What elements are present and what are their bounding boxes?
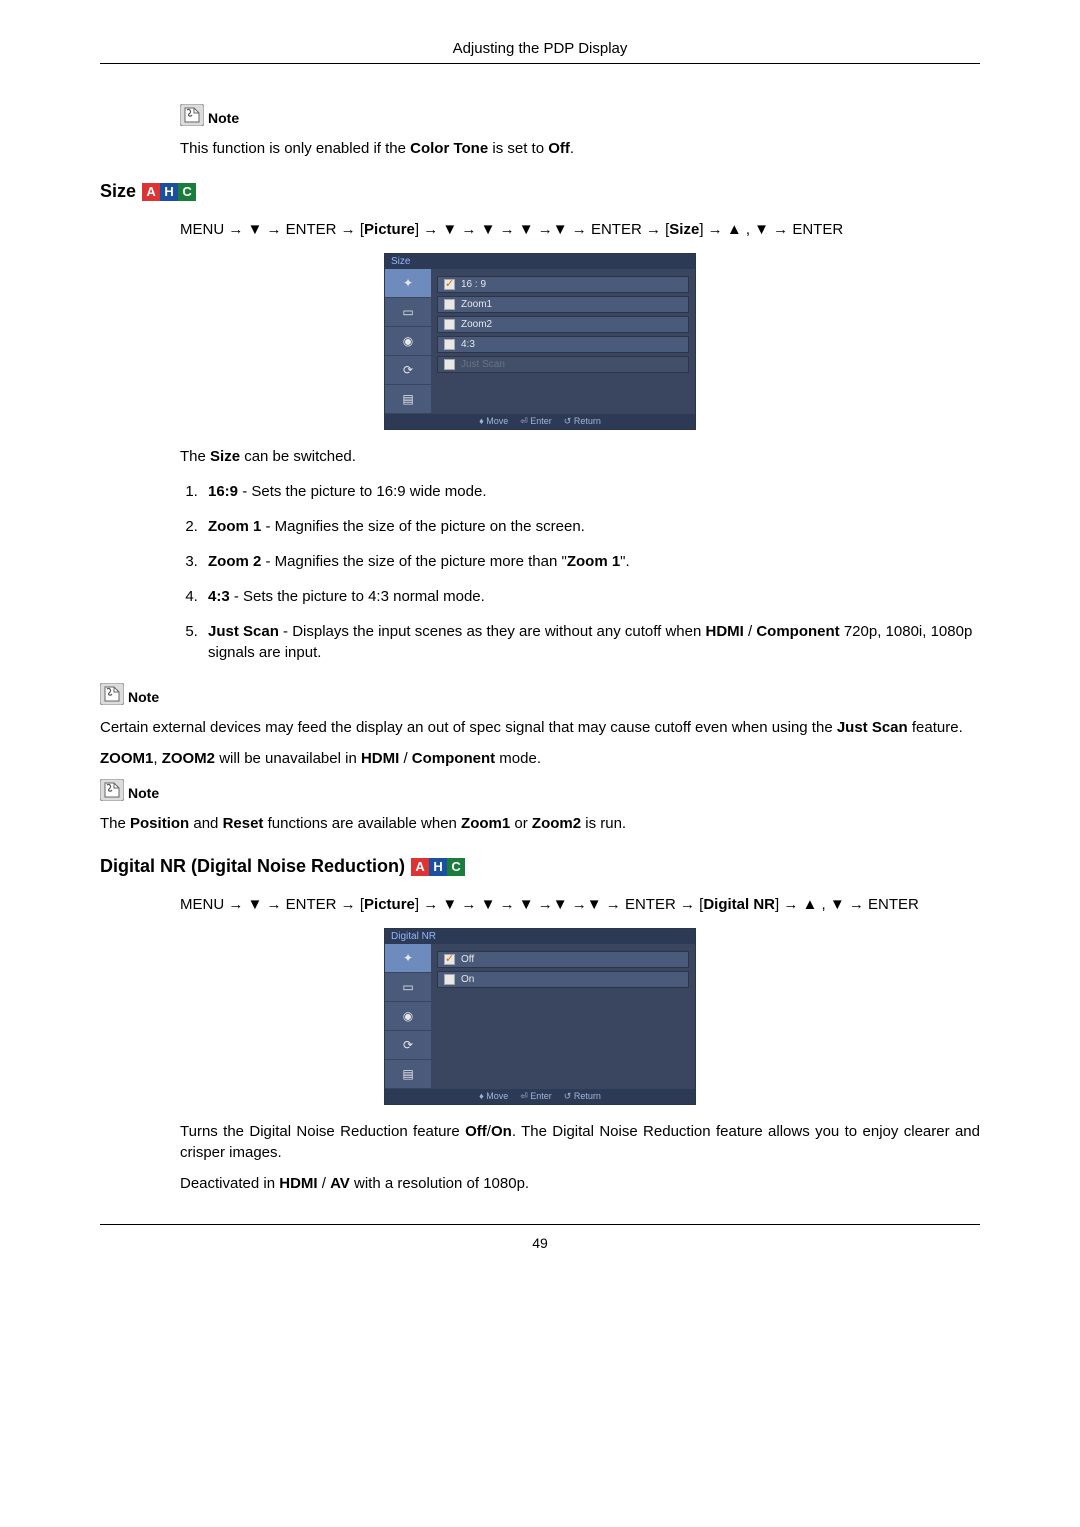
mode-tags: A H C (142, 183, 196, 201)
osd-dnr: Digital NR ✦ ▭ ◉ ⟳ ▤ Off On ♦ Move ⏎ Ent… (384, 928, 696, 1105)
note-block: Note (100, 683, 980, 705)
note-icon (100, 683, 124, 705)
osd-option[interactable]: Zoom1 (437, 296, 689, 313)
mode-tags: A H C (411, 858, 465, 876)
osd-option[interactable]: Off (437, 951, 689, 968)
note-text-c: The Position and Reset functions are ava… (100, 813, 980, 834)
osd-sidebar-item[interactable]: ✦ (385, 269, 431, 298)
osd-sidebar: ✦ ▭ ◉ ⟳ ▤ (385, 944, 431, 1089)
setup-icon: ⟳ (403, 363, 413, 377)
sound-icon: ◉ (403, 334, 413, 348)
list-item: Just Scan - Displays the input scenes as… (202, 621, 980, 663)
osd-sidebar-item[interactable]: ▤ (385, 385, 431, 414)
osd-sidebar-item[interactable]: ◉ (385, 1002, 431, 1031)
check-icon (444, 319, 455, 330)
page-number: 49 (100, 1224, 980, 1251)
size-options-list: 16:9 - Sets the picture to 16:9 wide mod… (180, 481, 980, 663)
osd-sidebar-item[interactable]: ⟳ (385, 356, 431, 385)
osd-footer: ♦ Move ⏎ Enter ↺ Return (385, 1089, 695, 1104)
osd-option[interactable]: 16 : 9 (437, 276, 689, 293)
osd-title: Digital NR (385, 929, 695, 944)
dnr-desc: Turns the Digital Noise Reduction featur… (180, 1121, 980, 1163)
tag-c-icon: C (447, 858, 465, 876)
dnr-deactivated: Deactivated in HDMI / AV with a resoluti… (180, 1173, 980, 1194)
note-text-a: Certain external devices may feed the di… (100, 717, 980, 738)
osd-sidebar-item[interactable]: ▭ (385, 973, 431, 1002)
list-item: 4:3 - Sets the picture to 4:3 normal mod… (202, 586, 980, 607)
osd-option[interactable]: On (437, 971, 689, 988)
tag-a-icon: A (142, 183, 160, 201)
osd-option[interactable]: Zoom2 (437, 316, 689, 333)
list-item: 16:9 - Sets the picture to 16:9 wide mod… (202, 481, 980, 502)
osd-sidebar-item[interactable]: ▤ (385, 1060, 431, 1089)
section-title-size: Size A H C (100, 181, 980, 202)
note-label: Note (128, 785, 159, 801)
osd-main: Off On (431, 944, 695, 1089)
osd-option: Just Scan (437, 356, 689, 373)
section-title-dnr: Digital NR (Digital Noise Reduction) A H… (100, 856, 980, 877)
note-label: Note (128, 689, 159, 705)
osd-sidebar-item[interactable]: ▭ (385, 298, 431, 327)
check-icon (444, 299, 455, 310)
sound-icon: ◉ (403, 1009, 413, 1023)
check-icon (444, 359, 455, 370)
note-icon (100, 779, 124, 801)
input-icon: ▭ (402, 980, 413, 994)
multi-icon: ▤ (402, 1067, 413, 1081)
tag-a-icon: A (411, 858, 429, 876)
osd-sidebar-item[interactable]: ✦ (385, 944, 431, 973)
setup-icon: ⟳ (403, 1038, 413, 1052)
note-block: Note (180, 104, 980, 126)
page-header: Adjusting the PDP Display (100, 40, 980, 64)
multi-icon: ▤ (402, 392, 413, 406)
check-icon (444, 339, 455, 350)
osd-title: Size (385, 254, 695, 269)
tag-h-icon: H (160, 183, 178, 201)
note-text-b: ZOOM1, ZOOM2 will be unavailabel in HDMI… (100, 748, 980, 769)
osd-sidebar-item[interactable]: ◉ (385, 327, 431, 356)
list-item: Zoom 2 - Magnifies the size of the pictu… (202, 551, 980, 572)
osd-size: Size ✦ ▭ ◉ ⟳ ▤ 16 : 9 Zoom1 Zoom2 4:3 Ju… (384, 253, 696, 430)
size-intro: The Size can be switched. (180, 446, 980, 467)
tag-h-icon: H (429, 858, 447, 876)
nav-path-size: MENU → ▼ → ENTER → [Picture] → ▼ → ▼ → ▼… (180, 216, 980, 243)
picture-icon: ✦ (403, 951, 413, 965)
nav-path-dnr: MENU → ▼ → ENTER → [Picture] → ▼ → ▼ → ▼… (180, 891, 980, 918)
check-icon (444, 974, 455, 985)
note-text: This function is only enabled if the Col… (180, 138, 980, 159)
osd-option[interactable]: 4:3 (437, 336, 689, 353)
note-block: Note (100, 779, 980, 801)
input-icon: ▭ (402, 305, 413, 319)
list-item: Zoom 1 - Magnifies the size of the pictu… (202, 516, 980, 537)
osd-sidebar: ✦ ▭ ◉ ⟳ ▤ (385, 269, 431, 414)
osd-footer: ♦ Move ⏎ Enter ↺ Return (385, 414, 695, 429)
osd-main: 16 : 9 Zoom1 Zoom2 4:3 Just Scan (431, 269, 695, 414)
osd-sidebar-item[interactable]: ⟳ (385, 1031, 431, 1060)
note-label: Note (208, 110, 239, 126)
check-icon (444, 279, 455, 290)
check-icon (444, 954, 455, 965)
note-icon (180, 104, 204, 126)
picture-icon: ✦ (403, 276, 413, 290)
tag-c-icon: C (178, 183, 196, 201)
